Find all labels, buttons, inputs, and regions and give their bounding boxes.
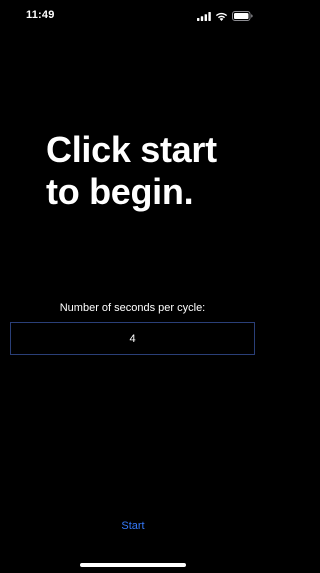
home-indicator [80, 563, 186, 567]
status-icons [197, 11, 253, 21]
headline: Click start to begin. [46, 129, 217, 212]
start-button[interactable]: Start [107, 516, 159, 536]
cellular-signal-icon [197, 11, 211, 21]
battery-icon [232, 11, 253, 21]
wifi-icon [215, 12, 228, 21]
status-time: 11:49 [26, 9, 55, 21]
seconds-per-cycle-input[interactable] [10, 322, 255, 355]
seconds-per-cycle-label: Number of seconds per cycle: [59, 302, 206, 314]
status-bar: 11:49 [0, 0, 265, 32]
